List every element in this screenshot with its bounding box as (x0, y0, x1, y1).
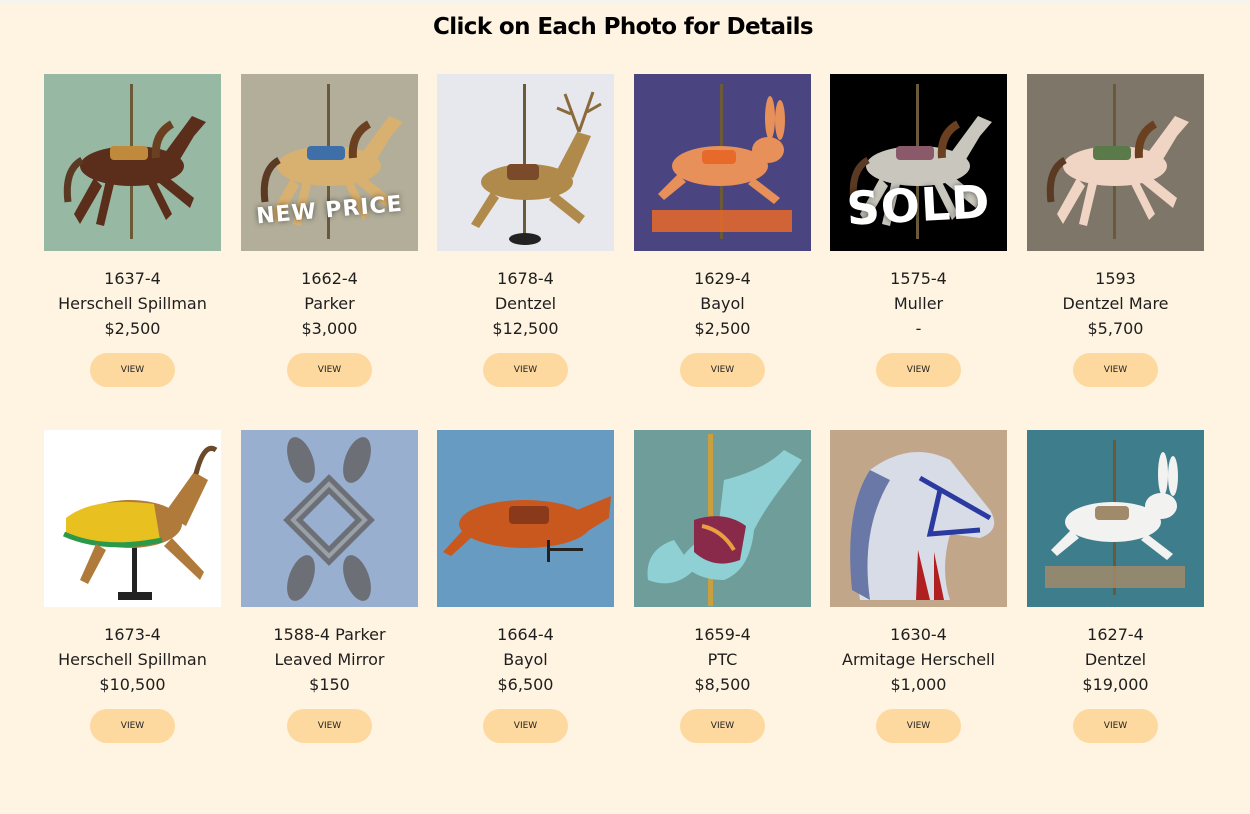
product-id: 1678-4 (497, 269, 554, 288)
view-button[interactable]: VIEW (287, 709, 372, 743)
product-id: 1627-4 (1087, 625, 1144, 644)
product-id: 1593 (1095, 269, 1136, 288)
horse-figure-image (63, 84, 206, 239)
rabbit-figure-image (652, 84, 792, 239)
product-info: 1593 Dentzel Mare $5,700 (1027, 266, 1204, 341)
product-card: 1627-4 Dentzel $19,000 VIEW (1027, 430, 1204, 743)
product-id: 1662-4 (301, 269, 358, 288)
product-photo[interactable] (44, 430, 221, 607)
product-card: 1588-4 Parker Leaved Mirror $150 VIEW (241, 430, 418, 743)
view-button[interactable]: VIEW (483, 353, 568, 387)
product-card: NEW PRICE 1662-4 Parker $3,000 VIEW (241, 74, 418, 387)
product-photo[interactable] (634, 430, 811, 607)
product-id: 1637-4 (104, 269, 161, 288)
product-card: 1664-4 Bayol $6,500 VIEW (437, 430, 614, 743)
product-card: 1673-4 Herschell Spillman $10,500 VIEW (44, 430, 221, 743)
product-photo[interactable] (634, 74, 811, 251)
product-name: Dentzel Mare (1062, 294, 1169, 313)
view-button[interactable]: VIEW (1073, 353, 1158, 387)
product-price: $12,500 (492, 319, 559, 338)
product-info: 1678-4 Dentzel $12,500 (437, 266, 614, 341)
product-info: 1575-4 Muller - (830, 266, 1007, 341)
product-info: 1637-4 Herschell Spillman $2,500 (44, 266, 221, 341)
top-bar (0, 0, 1250, 4)
product-name: Leaved Mirror (274, 650, 385, 669)
product-info: 1662-4 Parker $3,000 (241, 266, 418, 341)
product-photo[interactable] (44, 74, 221, 251)
view-button[interactable]: VIEW (90, 709, 175, 743)
product-photo[interactable] (241, 430, 418, 607)
view-button[interactable]: VIEW (680, 353, 765, 387)
product-info: 1664-4 Bayol $6,500 (437, 622, 614, 697)
product-name: Bayol (700, 294, 745, 313)
product-info: 1673-4 Herschell Spillman $10,500 (44, 622, 221, 697)
product-info: 1588-4 Parker Leaved Mirror $150 (241, 622, 418, 697)
product-name: Muller (893, 294, 944, 313)
product-price: $2,500 (694, 319, 751, 338)
view-button[interactable]: VIEW (90, 353, 175, 387)
product-name: Armitage Herschell (842, 650, 995, 669)
product-id: 1588-4 Parker (273, 625, 386, 644)
product-name: PTC (707, 650, 738, 669)
product-id: 1629-4 (694, 269, 751, 288)
product-info: 1659-4 PTC $8,500 (634, 622, 811, 697)
product-price: $6,500 (497, 675, 554, 694)
product-photo[interactable] (1027, 74, 1204, 251)
product-info: 1630-4 Armitage Herschell $1,000 (830, 622, 1007, 697)
product-card: 1637-4 Herschell Spillman $2,500 VIEW (44, 74, 221, 387)
product-photo[interactable]: NEW PRICE (241, 74, 418, 251)
product-photo[interactable] (437, 74, 614, 251)
product-photo[interactable] (437, 430, 614, 607)
goat-figure-image (62, 446, 218, 600)
product-price: $150 (309, 675, 350, 694)
product-name: Parker (304, 294, 355, 313)
deer-figure-image (471, 84, 602, 245)
product-name: Dentzel (1084, 650, 1147, 669)
product-name: Dentzel (494, 294, 557, 313)
product-name: Herschell Spillman (58, 650, 207, 669)
product-photo[interactable] (830, 430, 1007, 607)
product-name: Bayol (503, 650, 548, 669)
product-price: $1,000 (890, 675, 947, 694)
product-id: 1659-4 (694, 625, 751, 644)
product-id: 1673-4 (104, 625, 161, 644)
product-id: 1630-4 (890, 625, 947, 644)
product-id: 1575-4 (890, 269, 947, 288)
product-price: $5,700 (1087, 319, 1144, 338)
product-price: $10,500 (99, 675, 166, 694)
product-card: 1630-4 Armitage Herschell $1,000 VIEW (830, 430, 1007, 743)
view-button[interactable]: VIEW (287, 353, 372, 387)
product-card: 1678-4 Dentzel $12,500 VIEW (437, 74, 614, 387)
product-info: 1627-4 Dentzel $19,000 (1027, 622, 1204, 697)
view-button[interactable]: VIEW (876, 709, 961, 743)
product-name: Herschell Spillman (58, 294, 207, 313)
product-card: 1659-4 PTC $8,500 VIEW (634, 430, 811, 743)
product-card: SOLD 1575-4 Muller - VIEW (830, 74, 1007, 387)
mirror-figure-image (283, 437, 375, 601)
page-title: Click on Each Photo for Details (432, 14, 814, 40)
product-price: $3,000 (301, 319, 358, 338)
product-card: 1629-4 Bayol $2,500 VIEW (634, 74, 811, 387)
product-info: 1629-4 Bayol $2,500 (634, 266, 811, 341)
horse-figure-image (1046, 84, 1189, 239)
sold-badge: SOLD (845, 174, 992, 236)
product-photo[interactable] (1027, 430, 1204, 607)
view-button[interactable]: VIEW (680, 709, 765, 743)
product-card: 1593 Dentzel Mare $5,700 VIEW (1027, 74, 1204, 387)
view-button[interactable]: VIEW (483, 709, 568, 743)
rabbit-figure-image (1045, 440, 1185, 595)
pig-figure-image (443, 496, 611, 562)
horsehead-figure-image (850, 452, 995, 600)
product-price: $8,500 (694, 675, 751, 694)
seahorse-figure-image (647, 434, 802, 606)
product-photo[interactable]: SOLD (830, 74, 1007, 251)
product-price: $19,000 (1082, 675, 1149, 694)
view-button[interactable]: VIEW (1073, 709, 1158, 743)
product-id: 1664-4 (497, 625, 554, 644)
view-button[interactable]: VIEW (876, 353, 961, 387)
product-price: $2,500 (104, 319, 161, 338)
product-price: - (915, 319, 922, 338)
